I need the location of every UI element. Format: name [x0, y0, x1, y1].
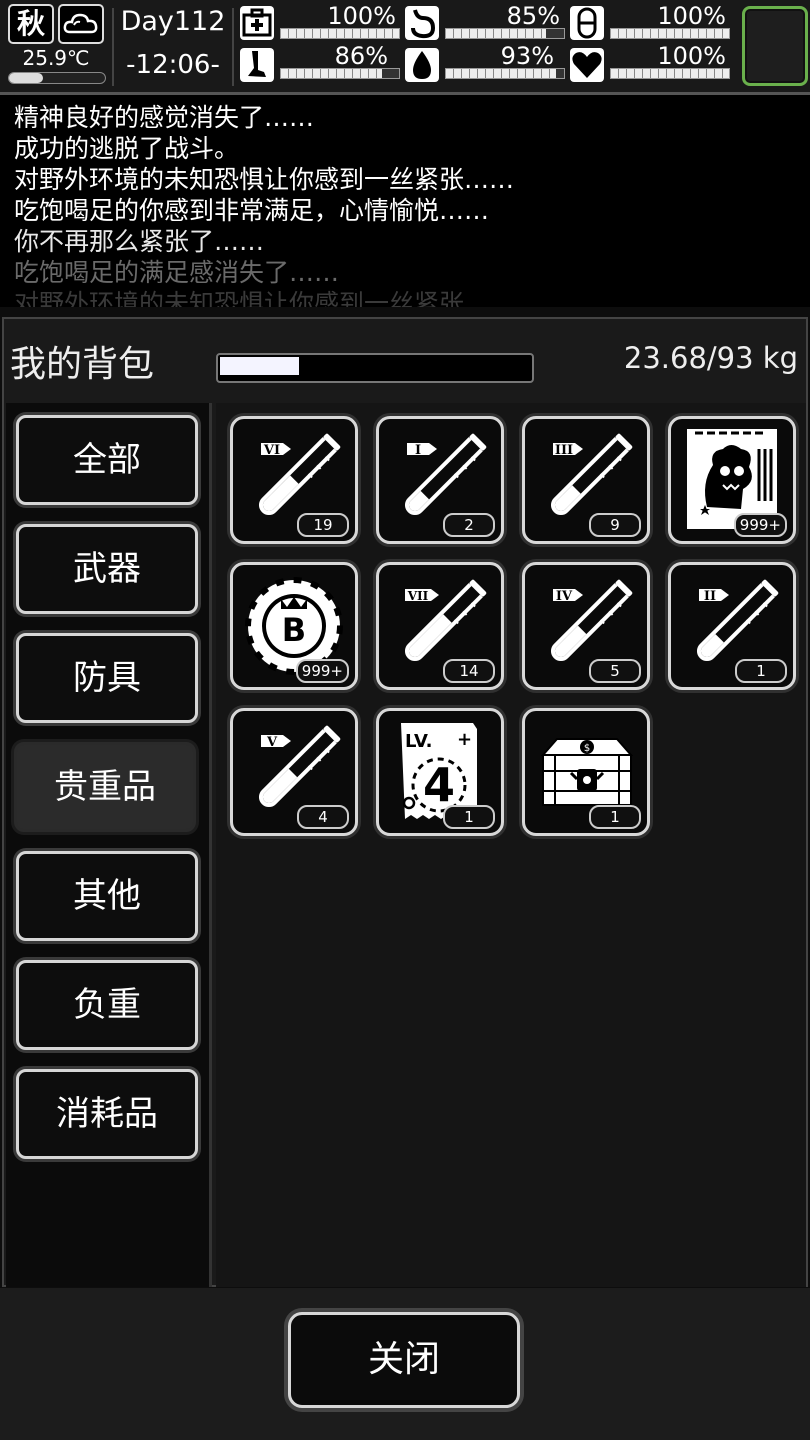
item-count-badge: 999+ [733, 513, 787, 537]
item-count-badge: 5 [589, 659, 641, 683]
potion-tier-label: V [266, 735, 278, 750]
thirst-value: 93% [500, 42, 554, 70]
item-slot[interactable]: 999+ [668, 416, 796, 544]
item-count-badge: 999+ [295, 659, 349, 683]
health-value: 100% [327, 2, 396, 30]
category-armor-button[interactable]: 防具 [16, 633, 198, 723]
log-line: 精神良好的感觉消失了…… [14, 103, 315, 132]
item-slot[interactable]: $ 1 [522, 708, 650, 836]
hunger-bar-fill [446, 29, 547, 38]
category-valuables-button[interactable]: 贵重品 [14, 742, 196, 832]
heart-bar-fill [611, 69, 729, 78]
health-bar-fill [281, 29, 399, 38]
item-slot[interactable]: IV 5 [522, 562, 650, 690]
temperature-gauge-fill [9, 73, 43, 83]
divider [232, 8, 234, 86]
potion-tier-label: III [555, 443, 573, 458]
item-slot[interactable]: I 2 [376, 416, 504, 544]
ticket-label: LV. [405, 731, 432, 752]
weight-label: 23.68/93 kg [623, 341, 798, 375]
category-sidebar: 全部 武器 防具 贵重品 其他 负重 消耗品 [6, 403, 212, 1287]
coin-letter: B [282, 611, 306, 649]
stomach-icon [405, 6, 439, 40]
item-count-badge: 2 [443, 513, 495, 537]
plus-glyph: + [457, 729, 472, 750]
thirst-bar [445, 68, 565, 79]
heart-icon [570, 48, 604, 82]
log-line: 对野外环境的未知恐惧让你感到一丝紧张…… [14, 289, 515, 307]
ticket-level-number: 4 [423, 758, 455, 812]
weight-bar-fill [220, 357, 299, 375]
message-log: 精神良好的感觉消失了…… 成功的逃脱了战斗。 对野外环境的未知恐惧让你感到一丝紧… [0, 95, 810, 307]
item-count-badge: 19 [297, 513, 349, 537]
close-button[interactable]: 关闭 [288, 1312, 520, 1408]
medkit-icon [240, 6, 274, 40]
log-line: 成功的逃脱了战斗。 [14, 134, 240, 163]
item-slot[interactable]: VII 14 [376, 562, 504, 690]
item-slot[interactable]: VI 19 [230, 416, 358, 544]
potion-tier-label: IV [556, 589, 573, 604]
category-all-button[interactable]: 全部 [16, 415, 198, 505]
item-slot[interactable]: II 1 [668, 562, 796, 690]
potion-tier-label: VI [263, 443, 280, 458]
category-load-button[interactable]: 负重 [16, 960, 198, 1050]
mood-value: 100% [657, 2, 726, 30]
item-count-badge: 1 [735, 659, 787, 683]
item-count-badge: 14 [443, 659, 495, 683]
weight-bar [216, 353, 534, 383]
divider [112, 8, 114, 86]
item-grid: VI 19 I 2 III 9 999+ B 999+ VII 14 IV 5 … [216, 403, 806, 1287]
stamina-bar-fill [281, 69, 383, 78]
capsule-icon [570, 6, 604, 40]
item-slot[interactable]: III 9 [522, 416, 650, 544]
health-bar [280, 28, 400, 39]
category-consumables-button[interactable]: 消耗品 [16, 1069, 198, 1159]
item-count-badge: 4 [297, 805, 349, 829]
mood-bar [610, 28, 730, 39]
season-indicator: 秋 [8, 4, 54, 44]
item-count-badge: 9 [589, 513, 641, 537]
potion-tier-label: II [704, 589, 716, 604]
character-portrait-button[interactable] [742, 6, 808, 86]
item-slot[interactable]: LV. + 4 1 [376, 708, 504, 836]
category-weapons-button[interactable]: 武器 [16, 524, 198, 614]
thirst-bar-fill [446, 69, 556, 78]
cloud-icon [58, 4, 104, 44]
item-count-badge: 1 [589, 805, 641, 829]
potion-tier-label: I [415, 443, 421, 458]
mood-bar-fill [611, 29, 729, 38]
stamina-bar [280, 68, 400, 79]
chest-emblem-glyph: $ [584, 743, 590, 754]
backpack-panel: 我的背包 23.68/93 kg 全部 武器 防具 贵重品 其他 负重 消耗品 … [2, 317, 808, 1287]
item-slot[interactable]: V 4 [230, 708, 358, 836]
heart-bar [610, 68, 730, 79]
item-count-badge: 1 [443, 805, 495, 829]
day-counter: Day112 [120, 6, 226, 37]
log-line: 对野外环境的未知恐惧让你感到一丝紧张…… [14, 165, 515, 194]
game-clock: -12:06- [126, 50, 220, 80]
hunger-value: 85% [506, 2, 560, 30]
hunger-bar [445, 28, 565, 39]
potion-tier-label: VII [407, 589, 429, 603]
backpack-title: 我的背包 [10, 344, 155, 385]
stamina-value: 86% [334, 42, 388, 70]
category-other-button[interactable]: 其他 [16, 851, 198, 941]
status-bar: 秋 25.9℃ Day112 -12:06- 100% 85% 100% 86%… [0, 0, 810, 95]
item-slot[interactable]: B 999+ [230, 562, 358, 690]
temperature-gauge [8, 72, 106, 84]
log-line: 你不再那么紧张了…… [14, 227, 265, 256]
footer-bar: 关闭 [0, 1288, 810, 1440]
log-line: 吃饱喝足的你感到非常满足，心情愉悦…… [14, 196, 490, 225]
log-line: 吃饱喝足的满足感消失了…… [14, 258, 340, 287]
heart-value: 100% [657, 42, 726, 70]
temperature-label: 25.9℃ [22, 46, 90, 70]
